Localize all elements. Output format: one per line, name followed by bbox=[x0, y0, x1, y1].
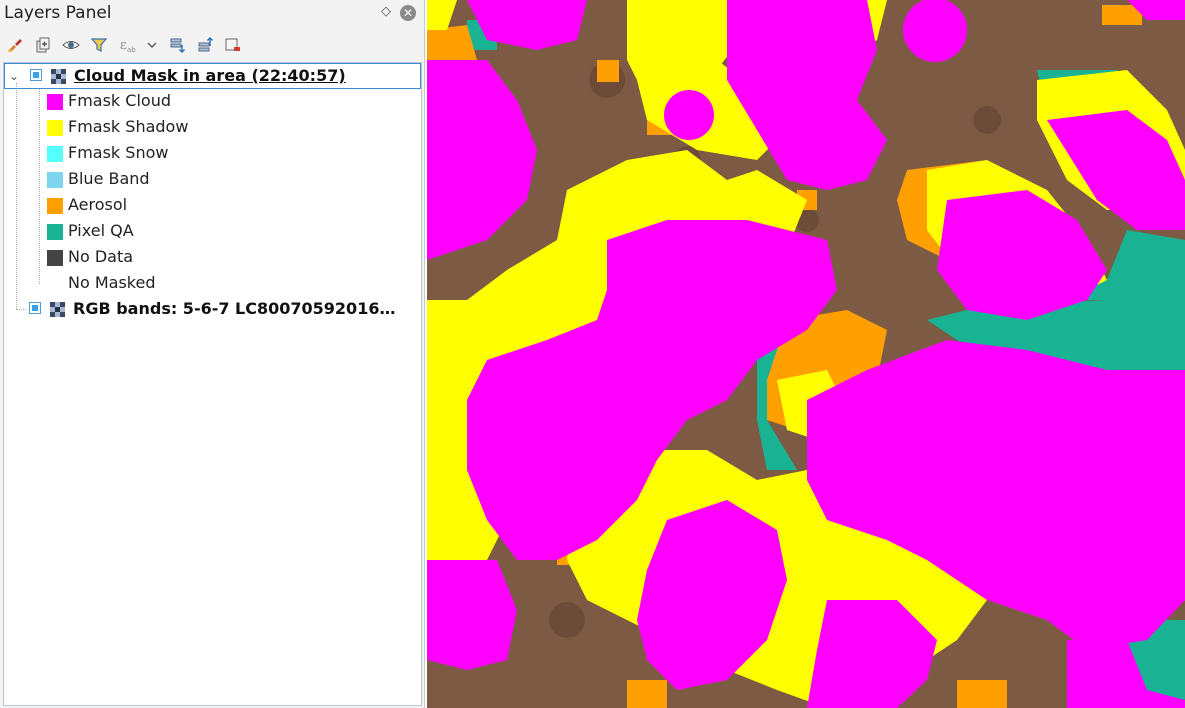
eye-icon[interactable] bbox=[62, 36, 80, 54]
layer-checkbox[interactable] bbox=[29, 302, 41, 314]
legend-label: No Data bbox=[68, 247, 134, 266]
svg-text:ε: ε bbox=[120, 38, 127, 53]
layer-tree: ⌄ Cloud Mask in area (22:40:57) Fmask Cl… bbox=[3, 62, 422, 706]
legend-item: Fmask Shadow bbox=[4, 115, 421, 141]
legend-label: Fmask Cloud bbox=[68, 91, 171, 110]
legend-item: Fmask Snow bbox=[4, 141, 421, 167]
layer-row-cloud-mask[interactable]: ⌄ Cloud Mask in area (22:40:57) bbox=[4, 63, 421, 89]
filter-icon[interactable] bbox=[90, 36, 108, 54]
panel-title: Layers Panel bbox=[4, 3, 112, 23]
raster-layer-icon bbox=[51, 69, 66, 84]
legend-swatch bbox=[47, 172, 63, 188]
cloud-mask-raster bbox=[427, 0, 1185, 708]
legend-label: Blue Band bbox=[68, 169, 150, 188]
layer-checkbox[interactable] bbox=[30, 69, 42, 81]
expand-all-icon[interactable] bbox=[168, 36, 186, 54]
panel-header: Layers Panel ◇ ✕ bbox=[0, 0, 425, 28]
layers-toolbar: ε ab bbox=[0, 32, 425, 58]
legend-swatch bbox=[47, 224, 63, 240]
legend-item: Fmask Cloud bbox=[4, 89, 421, 115]
legend-swatch bbox=[47, 198, 63, 214]
legend-swatch bbox=[47, 250, 63, 266]
close-icon[interactable]: ✕ bbox=[400, 5, 416, 21]
legend-item: Aerosol bbox=[4, 193, 421, 219]
add-group-icon[interactable] bbox=[34, 36, 52, 54]
legend-item: Blue Band bbox=[4, 167, 421, 193]
chevron-down-icon[interactable] bbox=[143, 36, 161, 54]
legend-swatch bbox=[47, 94, 63, 110]
legend-swatch bbox=[47, 146, 63, 162]
map-canvas[interactable] bbox=[427, 0, 1185, 708]
legend-swatch bbox=[47, 120, 63, 136]
legend-label: Pixel QA bbox=[68, 221, 134, 240]
collapse-all-icon[interactable] bbox=[196, 36, 214, 54]
legend-item: No Masked bbox=[4, 271, 421, 297]
layer-name: RGB bands: 5-6-7 LC80070592016… bbox=[73, 299, 396, 318]
layers-panel: Layers Panel ◇ ✕ ε ab ⌄ Cloud Mask in ar… bbox=[0, 0, 425, 708]
remove-layer-icon[interactable] bbox=[224, 36, 242, 54]
raster-layer-icon bbox=[50, 302, 65, 317]
paintbrush-icon[interactable] bbox=[6, 36, 24, 54]
legend-label: Fmask Shadow bbox=[68, 117, 189, 136]
layer-name: Cloud Mask in area (22:40:57) bbox=[74, 66, 346, 85]
legend-label: Fmask Snow bbox=[68, 143, 169, 162]
legend-label: Aerosol bbox=[68, 195, 128, 214]
float-dock-icon[interactable]: ◇ bbox=[380, 5, 392, 18]
chevron-down-icon[interactable]: ⌄ bbox=[9, 70, 21, 82]
legend-label: No Masked bbox=[68, 273, 156, 292]
legend-item: No Data bbox=[4, 245, 421, 271]
layer-row-rgb-bands[interactable]: RGB bands: 5-6-7 LC80070592016… bbox=[4, 297, 421, 323]
expression-icon[interactable]: ε ab bbox=[118, 36, 136, 54]
legend-item: Pixel QA bbox=[4, 219, 421, 245]
svg-text:ab: ab bbox=[127, 46, 136, 54]
